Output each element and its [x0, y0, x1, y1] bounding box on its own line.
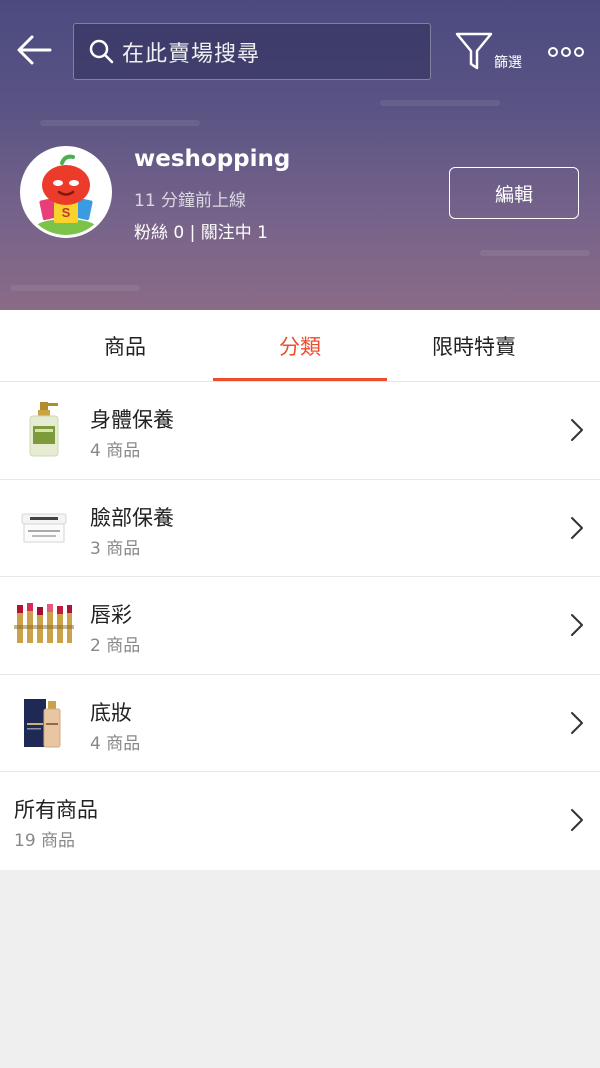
edit-button[interactable]: 編輯 [449, 167, 579, 219]
tab-products[interactable]: 商品 [38, 310, 212, 382]
category-count: 4 商品 [90, 733, 141, 754]
category-row[interactable]: 身體保養 4 商品 [0, 382, 600, 480]
category-title: 所有商品 [14, 798, 98, 823]
cream-jar-icon [21, 513, 67, 543]
chevron-right-icon [571, 614, 583, 637]
filter-icon [455, 32, 493, 70]
empty-background [0, 870, 600, 1068]
shop-name: weshopping [134, 146, 291, 172]
category-title: 臉部保養 [90, 505, 174, 530]
category-row[interactable]: 臉部保養 3 商品 [0, 479, 600, 578]
chevron-right-icon [571, 809, 583, 832]
shop-header: 在此賣場搜尋 篩選 S weshopping 11 分鐘前上線 粉絲 0 | 關… [0, 0, 600, 310]
search-input[interactable]: 在此賣場搜尋 [73, 23, 431, 80]
mascot-icon: S [23, 149, 109, 235]
category-row[interactable]: 底妝 4 商品 [0, 674, 600, 773]
shop-avatar[interactable]: S [20, 146, 112, 238]
search-icon [89, 39, 114, 63]
search-placeholder: 在此賣場搜尋 [122, 41, 261, 67]
more-options-icon[interactable] [546, 38, 586, 66]
category-count: 4 商品 [90, 441, 141, 461]
filter-button[interactable]: 篩選 [452, 30, 532, 76]
filter-label: 篩選 [494, 55, 522, 71]
chevron-right-icon [571, 419, 583, 441]
all-products-row[interactable]: 所有商品 19 商品 [0, 772, 600, 870]
chevron-right-icon [571, 516, 583, 539]
category-list: 身體保養 4 商品 臉部保養 3 商品 唇彩 2 商品 底妝 4 商品 所有商品… [0, 382, 600, 870]
category-count: 19 商品 [14, 831, 76, 852]
foundation-icon [24, 698, 61, 748]
category-title: 身體保養 [90, 408, 174, 432]
chevron-right-icon [571, 711, 583, 734]
last-online-status: 11 分鐘前上線 [134, 191, 247, 211]
lipsticks-icon [14, 603, 74, 644]
active-tab-indicator [213, 378, 387, 381]
back-arrow-icon[interactable] [14, 30, 54, 70]
follow-stats: 粉絲 0 | 關注中 1 [134, 223, 268, 243]
category-count: 2 商品 [90, 636, 141, 657]
category-row[interactable]: 唇彩 2 商品 [0, 577, 600, 675]
svg-text:S: S [62, 205, 71, 220]
tab-categories[interactable]: 分類 [213, 310, 387, 382]
category-count: 3 商品 [90, 538, 141, 559]
tab-bar: 商品 分類 限時特賣 [0, 310, 600, 382]
category-title: 唇彩 [90, 603, 132, 628]
tab-flash-sale[interactable]: 限時特賣 [387, 310, 561, 382]
category-title: 底妝 [90, 700, 132, 725]
lotion-bottle-icon [29, 402, 59, 457]
